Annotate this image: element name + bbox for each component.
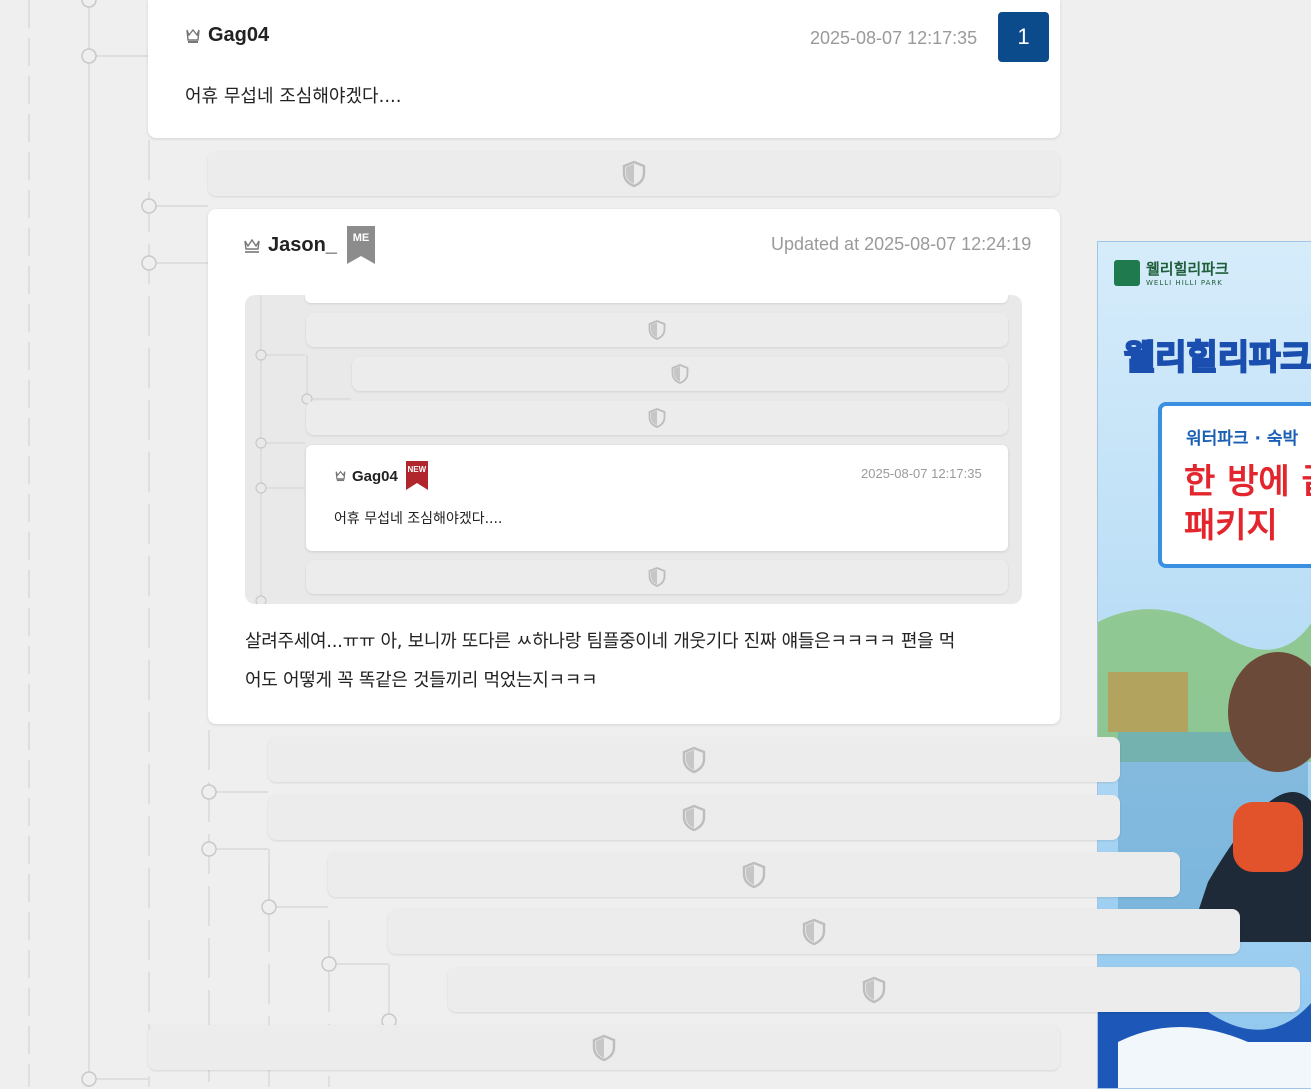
comment-text-line-2: 어도 어떻게 꼭 똑같은 것들끼리 먹었는지ㅋㅋㅋ: [245, 670, 598, 691]
shield-icon: [682, 804, 706, 831]
embedded-timestamp: 2025-08-07 12:17:35: [861, 466, 982, 481]
shield-icon: [682, 746, 706, 773]
ad-headline: 웰리힐리파크: [1123, 337, 1311, 379]
comment-text: 어휴 무섭네 조심해야겠다....: [185, 86, 402, 107]
embedded-collapsed-comment: [352, 357, 1008, 391]
side-advertisement[interactable]: 웰리힐리파크 WELLI HILLI PARK 웰리힐리파크 워터파크 · 숙박…: [1097, 241, 1311, 1089]
me-badge: ME: [346, 226, 375, 264]
new-badge: NEW: [405, 461, 428, 491]
collapsed-comment[interactable]: [148, 1025, 1060, 1070]
comment-author[interactable]: Jason_ ME: [242, 225, 375, 265]
embedded-screenshot[interactable]: Gag04 NEW 2025-08-07 12:17:35 어휴 무섭네 조심해…: [245, 295, 1022, 604]
comment-card-jason: Jason_ ME Updated at 2025-08-07 12:24:19: [208, 209, 1060, 724]
shield-icon: [622, 160, 646, 187]
crown-icon: [335, 470, 346, 482]
embedded-collapsed-comment: [306, 401, 1008, 435]
comment-author[interactable]: Gag04: [184, 24, 269, 47]
author-name: Jason_: [268, 233, 337, 256]
embedded-comment-card: Gag04 NEW 2025-08-07 12:17:35 어휴 무섭네 조심해…: [306, 445, 1008, 551]
shield-icon: [648, 567, 666, 587]
shield-icon: [648, 320, 666, 340]
shield-icon: [671, 364, 689, 384]
collapsed-comment[interactable]: [388, 909, 1240, 954]
ad-logo-mark: [1114, 259, 1140, 286]
shield-icon: [802, 918, 826, 945]
collapsed-comment[interactable]: [448, 967, 1300, 1012]
collapsed-comment[interactable]: [328, 852, 1180, 897]
comment-card-top: Gag04 2025-08-07 12:17:35 1 어휴 무섭네 조심해야겠…: [148, 0, 1060, 138]
crown-icon: [186, 28, 200, 43]
shield-icon: [862, 976, 886, 1003]
comment-timestamp: Updated at 2025-08-07 12:24:19: [771, 234, 1032, 254]
collapsed-comment[interactable]: [268, 737, 1120, 782]
ad-logo: 웰리힐리파크 WELLI HILLI PARK: [1114, 258, 1229, 287]
comment-text-line-1: 살려주세여...ㅠㅠ 아, 보니까 또다른 ㅆ하나랑 팀플중이네 개웃기다 진짜…: [245, 631, 956, 652]
embedded-collapsed-comment: [306, 560, 1008, 594]
crown-outline-icon: [244, 238, 260, 253]
reply-count-badge[interactable]: 1: [998, 12, 1049, 62]
collapsed-comment[interactable]: [268, 795, 1120, 840]
comment-timestamp: 2025-08-07 12:17:35: [810, 28, 978, 48]
embedded-author: Gag04 NEW: [334, 461, 428, 491]
author-name: Gag04: [208, 24, 270, 46]
embedded-collapsed-comment: [306, 313, 1008, 347]
shield-icon: [648, 408, 666, 428]
ad-promo-box: 워터파크 · 숙박 한 방에 끝 패키지: [1158, 402, 1311, 568]
collapsed-comment[interactable]: [208, 151, 1060, 196]
embedded-text: 어휴 무섭네 조심해야겠다....: [334, 511, 503, 527]
shield-icon: [592, 1034, 616, 1061]
shield-icon: [742, 861, 766, 888]
